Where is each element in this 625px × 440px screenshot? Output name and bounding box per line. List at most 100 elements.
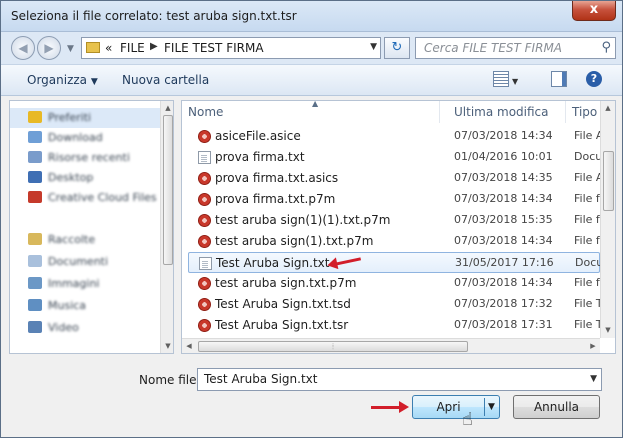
signed-file-icon: [198, 214, 211, 227]
forward-arrow-icon: ▶: [44, 41, 54, 55]
recent-icon: [28, 151, 42, 163]
file-type: File T: [574, 297, 603, 310]
table-row[interactable]: Test Aruba Sign.txt 31/05/2017 17:16 Docu: [188, 252, 604, 273]
sidebar-item-label: Video: [48, 321, 79, 334]
sidebar-item-libraries[interactable]: Raccolte: [10, 230, 160, 250]
horizontal-scroll-thumb[interactable]: ⦙: [198, 341, 468, 352]
breadcrumb-overflow[interactable]: «: [105, 41, 112, 55]
sidebar-item-creative-cloud[interactable]: Creative Cloud Files: [10, 188, 160, 208]
vertical-scroll-thumb[interactable]: [603, 151, 614, 211]
file-type: File f: [574, 234, 600, 247]
table-row[interactable]: test aruba sign(1)(1).txt.p7m 07/03/2018 …: [188, 210, 600, 231]
scroll-right-icon[interactable]: ▶: [586, 339, 600, 353]
table-row[interactable]: prova firma.txt.p7m 07/03/2018 14:34 File …: [188, 189, 600, 210]
file-modified: 07/03/2018 14:34: [454, 234, 553, 247]
search-icon[interactable]: ⚲: [601, 40, 611, 55]
scroll-down-icon[interactable]: ▼: [161, 339, 173, 353]
sidebar-item-label: Risorse recenti: [48, 151, 130, 164]
help-icon[interactable]: ?: [586, 71, 602, 87]
back-button[interactable]: ◀: [11, 36, 35, 60]
forward-button[interactable]: ▶: [37, 36, 61, 60]
filename-input[interactable]: Test Aruba Sign.txt ▼: [197, 368, 602, 391]
column-header-name[interactable]: ▲ Nome: [182, 101, 440, 123]
breadcrumb-file-test-firma[interactable]: FILE TEST FIRMA: [164, 41, 264, 55]
signed-file-icon: [198, 172, 211, 185]
chevron-down-icon: ▼: [90, 77, 98, 87]
table-row[interactable]: Test Aruba Sign.txt.tsd 07/03/2018 17:32 F…: [188, 294, 603, 315]
file-type: Docu: [575, 256, 604, 269]
table-row[interactable]: test aruba sign.txt.p7m 07/03/2018 14:34 F…: [188, 273, 600, 294]
refresh-icon: ↻: [391, 40, 403, 55]
search-box[interactable]: Cerca FILE TEST FIRMA ⚲: [415, 37, 616, 59]
view-options-icon[interactable]: [493, 71, 509, 87]
sidebar-item-label: Desktop: [48, 171, 94, 184]
sidebar-item-downloads[interactable]: Download: [10, 128, 160, 148]
scroll-up-icon[interactable]: ▲: [601, 101, 615, 115]
sidebar-item-documents[interactable]: Documenti: [10, 252, 160, 272]
hand-cursor-icon: ☝: [462, 409, 473, 430]
sidebar-item-label: Immagini: [48, 277, 100, 290]
signed-file-icon: [198, 130, 211, 143]
file-type: File T: [574, 318, 603, 331]
refresh-button[interactable]: ↻: [384, 37, 410, 59]
scroll-down-icon[interactable]: ▼: [601, 323, 615, 337]
recent-pages-dropdown-icon[interactable]: ▼: [67, 44, 74, 54]
table-row[interactable]: asiceFile.asice 07/03/2018 14:34 File A: [188, 126, 603, 147]
breadcrumb-file[interactable]: FILE: [120, 41, 145, 55]
sidebar-item-video[interactable]: Video: [10, 318, 160, 338]
column-type-label: Tipo: [572, 105, 598, 119]
file-name: test aruba sign(1).txt.p7m: [215, 234, 374, 248]
sidebar-scrollbar[interactable]: ▲ ▼: [160, 101, 173, 353]
table-row[interactable]: prova firma.txt 01/04/2016 10:01 Docu: [188, 147, 602, 168]
file-modified: 31/05/2017 17:16: [455, 256, 554, 269]
text-document-icon: [199, 257, 212, 270]
file-modified: 07/03/2018 14:35: [454, 171, 553, 184]
address-dropdown-icon[interactable]: ▼: [370, 42, 377, 52]
back-arrow-icon: ◀: [18, 41, 28, 55]
signed-file-icon: [198, 235, 211, 248]
sidebar-scroll-thumb[interactable]: [163, 115, 173, 265]
library-icon: [28, 233, 42, 245]
star-icon: [28, 111, 42, 123]
sidebar-item-desktop[interactable]: Desktop: [10, 168, 160, 188]
scroll-left-icon[interactable]: ◀: [182, 339, 196, 353]
address-row: ◀ ▶ ▼ « FILE ▶ FILE TEST FIRMA ▼ ↻ Cerca…: [1, 32, 622, 64]
filename-dropdown-icon[interactable]: ▼: [590, 374, 597, 384]
file-list-horizontal-scrollbar[interactable]: ◀ ⦙ ▶: [182, 338, 600, 353]
sidebar-item-pictures[interactable]: Immagini: [10, 274, 160, 294]
desktop-icon: [28, 171, 42, 183]
table-row[interactable]: Test Aruba Sign.txt.tsr 07/03/2018 17:31 F…: [188, 315, 603, 336]
file-name: prova firma.txt: [215, 150, 305, 164]
organize-button[interactable]: Organizza ▼: [27, 73, 98, 87]
sidebar-item-favorites[interactable]: Preferiti: [10, 108, 160, 128]
file-modified: 07/03/2018 14:34: [454, 192, 553, 205]
file-name: prova firma.txt.p7m: [215, 192, 336, 206]
sidebar-item-label: Preferiti: [48, 111, 92, 124]
filename-value[interactable]: Test Aruba Sign.txt: [204, 372, 317, 386]
file-name: test aruba sign.txt.p7m: [215, 276, 357, 290]
split-divider: [484, 398, 485, 416]
breadcrumb-chevron-icon[interactable]: ▶: [150, 41, 158, 52]
address-bar[interactable]: « FILE ▶ FILE TEST FIRMA ▼: [81, 37, 381, 59]
folder-icon: [86, 42, 100, 53]
open-options-dropdown-icon[interactable]: ▼: [488, 396, 495, 418]
pictures-icon: [28, 277, 42, 289]
table-row[interactable]: test aruba sign(1).txt.p7m 07/03/2018 14:…: [188, 231, 600, 252]
file-modified: 07/03/2018 14:34: [454, 276, 553, 289]
sidebar-item-label: Raccolte: [48, 233, 96, 246]
scroll-up-icon[interactable]: ▲: [161, 101, 173, 115]
sidebar-item-recent[interactable]: Risorse recenti: [10, 148, 160, 168]
table-row[interactable]: prova firma.txt.asics 07/03/2018 14:35 Fil…: [188, 168, 603, 189]
file-name: Test Aruba Sign.txt.tsd: [215, 297, 351, 311]
preview-pane-icon[interactable]: [551, 71, 567, 87]
cancel-button[interactable]: Annulla: [513, 395, 600, 419]
search-input[interactable]: Cerca FILE TEST FIRMA: [424, 41, 562, 55]
view-dropdown-icon[interactable]: ▼: [512, 77, 522, 93]
file-list-vertical-scrollbar[interactable]: ▲ ▼: [600, 101, 615, 338]
sidebar-item-music[interactable]: Musica: [10, 296, 160, 316]
new-folder-button[interactable]: Nuova cartella: [122, 73, 209, 87]
video-icon: [28, 321, 42, 333]
column-header-modified[interactable]: Ultima modifica: [448, 101, 566, 123]
close-button[interactable]: x: [572, 1, 616, 21]
open-button[interactable]: Apri ▼: [412, 395, 500, 419]
